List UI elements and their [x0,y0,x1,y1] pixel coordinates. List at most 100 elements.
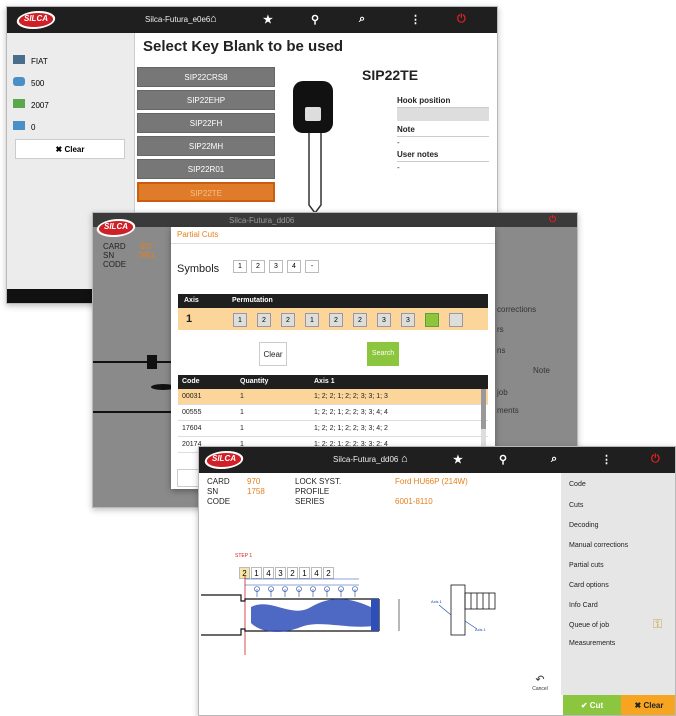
right-menu: Code Cuts Decoding Manual corrections Pa… [561,473,675,695]
search-button[interactable]: Search [367,342,399,366]
perm-cell[interactable]: 3 [401,313,415,327]
perm-cell-active[interactable] [425,313,439,327]
menu-item-code[interactable]: Code [569,481,586,488]
axis-label: Axis 1 [431,599,442,604]
key-blank-item[interactable]: SIP22EHP [137,90,275,110]
user-notes-label: User notes [397,150,489,162]
key-blank-item-selected[interactable]: SIP22TE [137,182,275,202]
key-blank-item[interactable]: SIP22CRS8 [137,67,275,87]
lock-system-value: Ford HU66P (214W) [395,477,468,486]
bg-menu-item: rs [497,325,504,334]
menu-icon[interactable]: ⋮ [410,13,421,26]
key-queue-icon: ⚿ [653,617,663,631]
dialog-title: Partial Cuts [177,230,219,239]
top-bar: Silca-Futura_dd06 ⏻ [93,213,577,227]
axis-label: Axis 1 [475,627,486,632]
home-icon[interactable]: ⌂ [401,453,408,465]
menu-item-measurements[interactable]: Measurements [569,640,615,647]
cut-button[interactable]: ✔ Cut [563,695,621,715]
menu-item-queue-of-job[interactable]: Queue of job [569,622,609,629]
card-info: CARD 970 SN 1758 CODE [207,477,265,506]
device-name: Silca-Futura_dd06 [229,216,295,225]
table-row[interactable]: 00555 1 1; 2; 2; 1; 2; 2; 3; 3; 4; 4 [178,405,488,421]
car-model-icon [13,77,25,86]
symbol-chip[interactable]: 4 [287,260,301,273]
table-row[interactable]: 00031 1 1; 2; 2; 1; 2; 2; 3; 3; 1; 3 [178,389,488,405]
perm-cell[interactable]: 3 [377,313,391,327]
bg-menu-item: ments [497,406,519,415]
car-key-image [293,81,333,215]
bg-menu-item: corrections [497,305,537,314]
key-cut-diagram [201,575,400,655]
bg-menu-item: Note [533,366,550,375]
menu-item-card-options[interactable]: Card options [569,582,609,589]
perm-cell[interactable]: 1 [305,313,319,327]
filter-item[interactable]: 0 [13,121,35,132]
perm-cell[interactable]: 2 [257,313,271,327]
note-label: Note [397,125,489,137]
device-name: Silca-Futura_e0e6 [145,15,211,24]
key-blank-item[interactable]: SIP22MH [137,136,275,156]
user-notes-value: - [397,163,400,172]
clear-button[interactable]: ✖ Clear [15,139,125,159]
perm-cell[interactable]: 1 [233,313,247,327]
power-icon[interactable]: ⏻ [457,13,466,26]
table-row[interactable]: 17604 1 1; 2; 2; 1; 2; 2; 3; 3; 4; 2 [178,421,488,437]
menu-icon[interactable]: ⋮ [601,453,612,466]
note-value: - [397,138,400,147]
star-icon[interactable]: ★ [453,453,463,466]
perm-cell[interactable]: 2 [353,313,367,327]
card-info: CARD 607 SN 7851 CODE [103,242,156,269]
symbol-chip[interactable]: - [305,260,319,273]
key-detail-title: SIP22TE [362,67,419,83]
hook-position-label: Hook position [397,96,489,108]
power-icon[interactable]: ⏻ [549,214,556,225]
keys-icon[interactable]: ⚲ [499,453,507,466]
filter-item[interactable]: 500 [13,77,44,88]
keys-icon[interactable]: ⚲ [311,13,319,26]
menu-item-cuts[interactable]: Cuts [569,502,583,509]
silca-logo: SILCA [202,451,246,469]
perm-cell[interactable] [449,313,463,327]
clear-button[interactable]: ✖ Clear [621,695,675,715]
perm-cell[interactable]: 2 [329,313,343,327]
symbol-chip[interactable]: 1 [233,260,247,273]
dialog-close-button[interactable] [177,469,199,487]
home-icon[interactable]: ⌂ [210,13,217,25]
filter-item[interactable]: 2007 [13,99,49,110]
key-blank-item[interactable]: SIP22FH [137,113,275,133]
symbol-chip[interactable]: 2 [251,260,265,273]
menu-item-manual-corrections[interactable]: Manual corrections [569,542,628,549]
cancel-button[interactable]: ↶ Cancel [527,673,553,699]
search-icon[interactable]: ⌕ [359,13,365,26]
menu-item-decoding[interactable]: Decoding [569,522,599,529]
car-brand-icon [13,55,25,64]
table-scrollbar[interactable] [481,389,486,453]
symbols-chips: 1234- [233,255,323,273]
cutting-window: SILCA Silca-Futura_dd06 ⌂ ★ ⚲ ⌕ ⋮ ⏻ CARD… [198,446,676,716]
top-bar: SILCA Silca-Futura_dd06 ⌂ ★ ⚲ ⌕ ⋮ ⏻ [199,447,675,473]
step-label: STEP 1 [235,553,253,559]
silca-logo: SILCA [94,219,138,237]
power-icon[interactable]: ⏻ [651,453,660,466]
filter-item[interactable]: FIAT [13,55,48,66]
bg-menu-item: ns [497,346,506,355]
perm-cell[interactable]: 2 [281,313,295,327]
calendar-icon [13,121,25,130]
clear-button[interactable]: Clear [259,342,287,366]
symbols-label: Symbols [177,263,220,275]
lock-info: LOCK SYST. PROFILE SERIES [295,477,342,506]
search-icon[interactable]: ⌕ [551,453,557,466]
menu-item-info-card[interactable]: Info Card [569,602,598,609]
menu-item-partial-cuts[interactable]: Partial cuts [569,562,604,569]
symbol-chip[interactable]: 3 [269,260,283,273]
dialog-divider [171,243,495,244]
series-value: 6001-8110 [395,497,433,506]
key-profile-drawing [93,355,173,413]
results-header: Code Quantity Axis 1 [178,375,488,389]
star-icon[interactable]: ★ [263,13,273,26]
undo-icon: ↶ [535,674,545,686]
permutation-header: Axis Permutation [178,294,488,308]
page-title: Select Key Blank to be used [143,38,344,55]
key-blank-item[interactable]: SIP22R01 [137,159,275,179]
